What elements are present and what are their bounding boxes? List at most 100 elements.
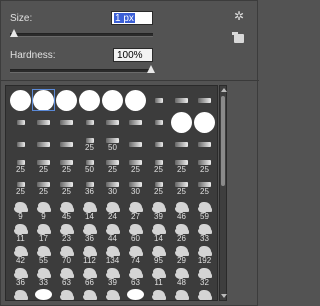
brush-preset[interactable] bbox=[170, 133, 193, 155]
brush-preset[interactable] bbox=[9, 89, 32, 111]
brush-preset[interactable] bbox=[124, 111, 147, 133]
brush-preset[interactable] bbox=[55, 133, 78, 155]
brush-preset[interactable]: 63 bbox=[124, 265, 147, 287]
brush-preset[interactable] bbox=[193, 133, 216, 155]
brush-preset[interactable] bbox=[147, 89, 170, 111]
brush-preset[interactable] bbox=[124, 89, 147, 111]
brush-preset[interactable] bbox=[147, 111, 170, 133]
brush-preset[interactable] bbox=[124, 133, 147, 155]
brush-preset[interactable] bbox=[78, 111, 101, 133]
brush-preset[interactable] bbox=[78, 89, 101, 111]
brush-preset[interactable]: 1106 bbox=[147, 287, 170, 300]
brush-preset[interactable] bbox=[170, 111, 193, 133]
folder-icon[interactable] bbox=[232, 32, 244, 43]
brush-preset[interactable]: 60 bbox=[124, 221, 147, 243]
brush-preset[interactable]: 192 bbox=[193, 243, 216, 265]
brush-preset[interactable] bbox=[101, 111, 124, 133]
brush-preset[interactable]: 59 bbox=[193, 199, 216, 221]
brush-preset[interactable]: 134 bbox=[101, 243, 124, 265]
size-slider[interactable] bbox=[10, 29, 153, 37]
brush-preset[interactable]: 63 bbox=[55, 265, 78, 287]
brush-preset[interactable]: 39 bbox=[101, 265, 124, 287]
brush-preset[interactable]: 70 bbox=[55, 243, 78, 265]
brush-preset[interactable]: 9 bbox=[32, 199, 55, 221]
brush-preset[interactable]: 25 bbox=[170, 177, 193, 199]
size-slider-thumb[interactable] bbox=[10, 29, 18, 37]
brush-preset[interactable]: 46 bbox=[170, 199, 193, 221]
brush-preset[interactable]: 1106 bbox=[124, 287, 147, 300]
brush-preset[interactable]: 36 bbox=[9, 265, 32, 287]
scroll-thumb[interactable] bbox=[221, 96, 225, 186]
size-field[interactable]: 1 px bbox=[111, 11, 153, 25]
brush-preset[interactable]: 23 bbox=[55, 221, 78, 243]
brush-preset[interactable]: 45 bbox=[55, 199, 78, 221]
hardness-field[interactable]: 100% bbox=[113, 48, 153, 62]
brush-preset[interactable] bbox=[193, 89, 216, 111]
brush-preset[interactable]: 25 bbox=[124, 155, 147, 177]
scroll-up-icon[interactable] bbox=[221, 88, 227, 92]
brush-preset[interactable]: 50 bbox=[78, 155, 101, 177]
brush-preset[interactable]: 32 bbox=[193, 265, 216, 287]
brush-preset[interactable]: 36 bbox=[78, 177, 101, 199]
brush-preset[interactable]: 9 bbox=[9, 199, 32, 221]
brush-preset[interactable]: 36 bbox=[78, 221, 101, 243]
brush-preset[interactable]: 45 bbox=[78, 287, 101, 300]
brush-preset[interactable] bbox=[9, 133, 32, 155]
brush-preset[interactable]: 55 bbox=[9, 287, 32, 300]
brush-preset[interactable]: 66 bbox=[78, 265, 101, 287]
brush-preset[interactable]: 95 bbox=[147, 243, 170, 265]
brush-preset[interactable]: 27 bbox=[124, 199, 147, 221]
brush-preset[interactable] bbox=[32, 89, 55, 111]
gear-icon[interactable]: ✲ bbox=[234, 9, 244, 23]
brush-preset[interactable]: 1106 bbox=[193, 287, 216, 300]
brush-preset[interactable]: 30 bbox=[101, 177, 124, 199]
brush-preset[interactable]: 74 bbox=[124, 243, 147, 265]
brush-preset[interactable]: 17 bbox=[32, 221, 55, 243]
scroll-down-icon[interactable] bbox=[221, 294, 227, 298]
brush-preset[interactable] bbox=[32, 133, 55, 155]
brush-preset[interactable]: 100 bbox=[32, 287, 55, 300]
brush-preset[interactable]: 25 bbox=[193, 177, 216, 199]
hardness-slider-thumb[interactable] bbox=[147, 65, 155, 73]
brush-preset[interactable]: 75 bbox=[55, 287, 78, 300]
brush-preset[interactable] bbox=[9, 111, 32, 133]
brush-preset[interactable]: 25 bbox=[193, 155, 216, 177]
brush-preset[interactable]: 25 bbox=[78, 133, 101, 155]
brush-preset[interactable]: 50 bbox=[101, 133, 124, 155]
brush-preset[interactable]: 25 bbox=[32, 155, 55, 177]
brush-preset[interactable]: 25 bbox=[55, 177, 78, 199]
brush-preset[interactable]: 33 bbox=[193, 221, 216, 243]
brush-preset[interactable]: 44 bbox=[101, 221, 124, 243]
brush-preset[interactable]: 1106 bbox=[170, 287, 193, 300]
brush-preset[interactable]: 25 bbox=[147, 155, 170, 177]
brush-preset[interactable]: 29 bbox=[170, 243, 193, 265]
brush-preset[interactable] bbox=[101, 89, 124, 111]
brush-preset[interactable] bbox=[147, 133, 170, 155]
hardness-slider[interactable] bbox=[10, 65, 155, 73]
brush-preset[interactable]: 11 bbox=[9, 221, 32, 243]
brush-preset[interactable] bbox=[55, 89, 78, 111]
brush-preset[interactable]: 25 bbox=[9, 155, 32, 177]
brush-preset[interactable]: 26 bbox=[170, 221, 193, 243]
brush-preset[interactable] bbox=[170, 89, 193, 111]
brush-preset[interactable] bbox=[55, 111, 78, 133]
brush-preset[interactable]: 25 bbox=[9, 177, 32, 199]
brush-preset[interactable]: 33 bbox=[32, 265, 55, 287]
brush-preset[interactable]: 30 bbox=[124, 177, 147, 199]
brush-preset[interactable]: 42 bbox=[9, 243, 32, 265]
brush-preset[interactable]: 25 bbox=[55, 155, 78, 177]
brush-preset[interactable]: 14 bbox=[78, 199, 101, 221]
brush-preset[interactable]: 55 bbox=[32, 243, 55, 265]
brush-preset[interactable]: 1106 bbox=[101, 287, 124, 300]
brush-preset[interactable]: 112 bbox=[78, 243, 101, 265]
brush-preset[interactable]: 25 bbox=[170, 155, 193, 177]
brush-preset[interactable]: 25 bbox=[147, 177, 170, 199]
brush-preset[interactable]: 24 bbox=[101, 199, 124, 221]
brush-preset[interactable]: 14 bbox=[147, 221, 170, 243]
brush-preset[interactable]: 11 bbox=[147, 265, 170, 287]
brush-preset[interactable]: 25 bbox=[32, 177, 55, 199]
brush-preset[interactable]: 25 bbox=[101, 155, 124, 177]
brush-preset[interactable]: 39 bbox=[147, 199, 170, 221]
brush-preset[interactable] bbox=[32, 111, 55, 133]
preset-scrollbar[interactable] bbox=[219, 85, 227, 301]
